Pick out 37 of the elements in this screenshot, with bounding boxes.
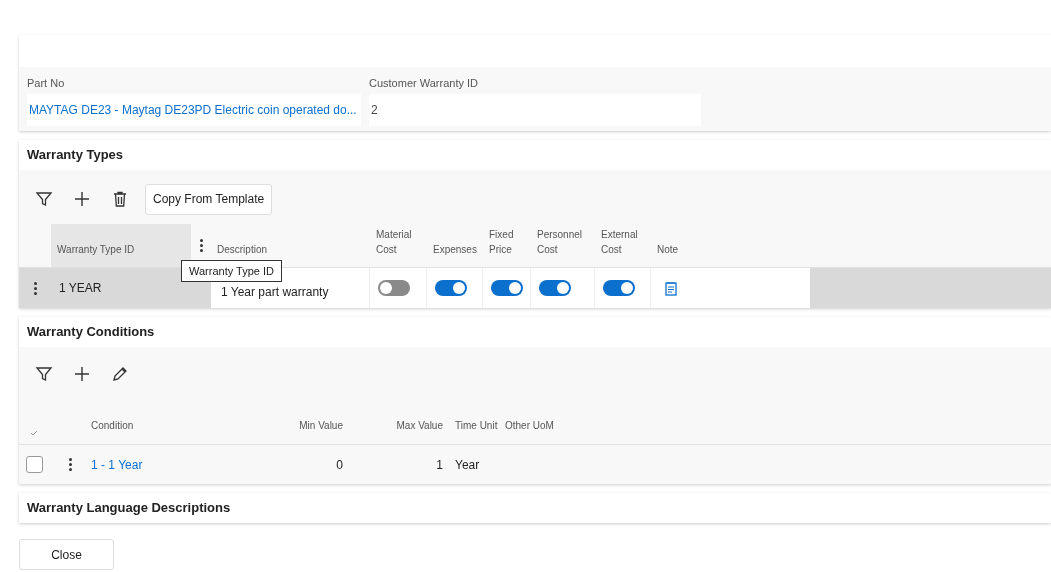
part-link[interactable]: MAYTAG DE23 - Maytag DE23PD Electric coin operated do... [27, 94, 361, 126]
toggle-switch[interactable] [378, 280, 410, 296]
column-header: Description [217, 243, 268, 257]
field-label: Part No [27, 76, 66, 91]
section-title: Warranty Conditions [27, 323, 155, 342]
section-title: Warranty Language Descriptions [27, 499, 231, 518]
table-cell-text: 0 [336, 456, 343, 474]
column-header: Time Unit [455, 419, 498, 433]
copy-template-button[interactable]: Copy From Template [145, 183, 273, 215]
check-icon [30, 430, 38, 436]
toggle-switch[interactable] [435, 280, 467, 296]
tooltip: Warranty Type ID [181, 260, 282, 282]
toggle-switch[interactable] [539, 280, 571, 296]
column-header: Condition [91, 419, 134, 433]
column-header: Expenses [433, 243, 477, 257]
column-header: Other UoM [505, 419, 554, 433]
note-icon[interactable] [665, 280, 677, 296]
column-header: Fixed Price [489, 228, 515, 257]
column-header: Max Value [396, 419, 443, 433]
table-cell-text: Year [455, 456, 480, 474]
checkbox[interactable] [26, 456, 43, 473]
column-header: Note [657, 243, 679, 257]
column-header: Personnel Cost [537, 228, 584, 257]
field-value: 2 [369, 94, 701, 126]
table-cell-text: 1 [436, 456, 443, 474]
table-cell-text: 1 YEAR [59, 280, 102, 297]
section-title: Warranty Types [27, 146, 124, 165]
column-header: Material Cost [376, 228, 413, 257]
close-button[interactable]: Close [19, 539, 114, 570]
toggle-switch[interactable] [491, 280, 523, 296]
table-cell-text: 1 Year part warranty [221, 284, 329, 301]
toggle-switch[interactable] [603, 280, 635, 296]
column-header: External Cost [601, 228, 639, 257]
field-label: Customer Warranty ID [369, 76, 479, 91]
column-header: Min Value [299, 419, 343, 433]
column-header: Warranty Type ID [57, 243, 135, 257]
condition-link[interactable]: 1 - 1 Year [91, 455, 143, 474]
